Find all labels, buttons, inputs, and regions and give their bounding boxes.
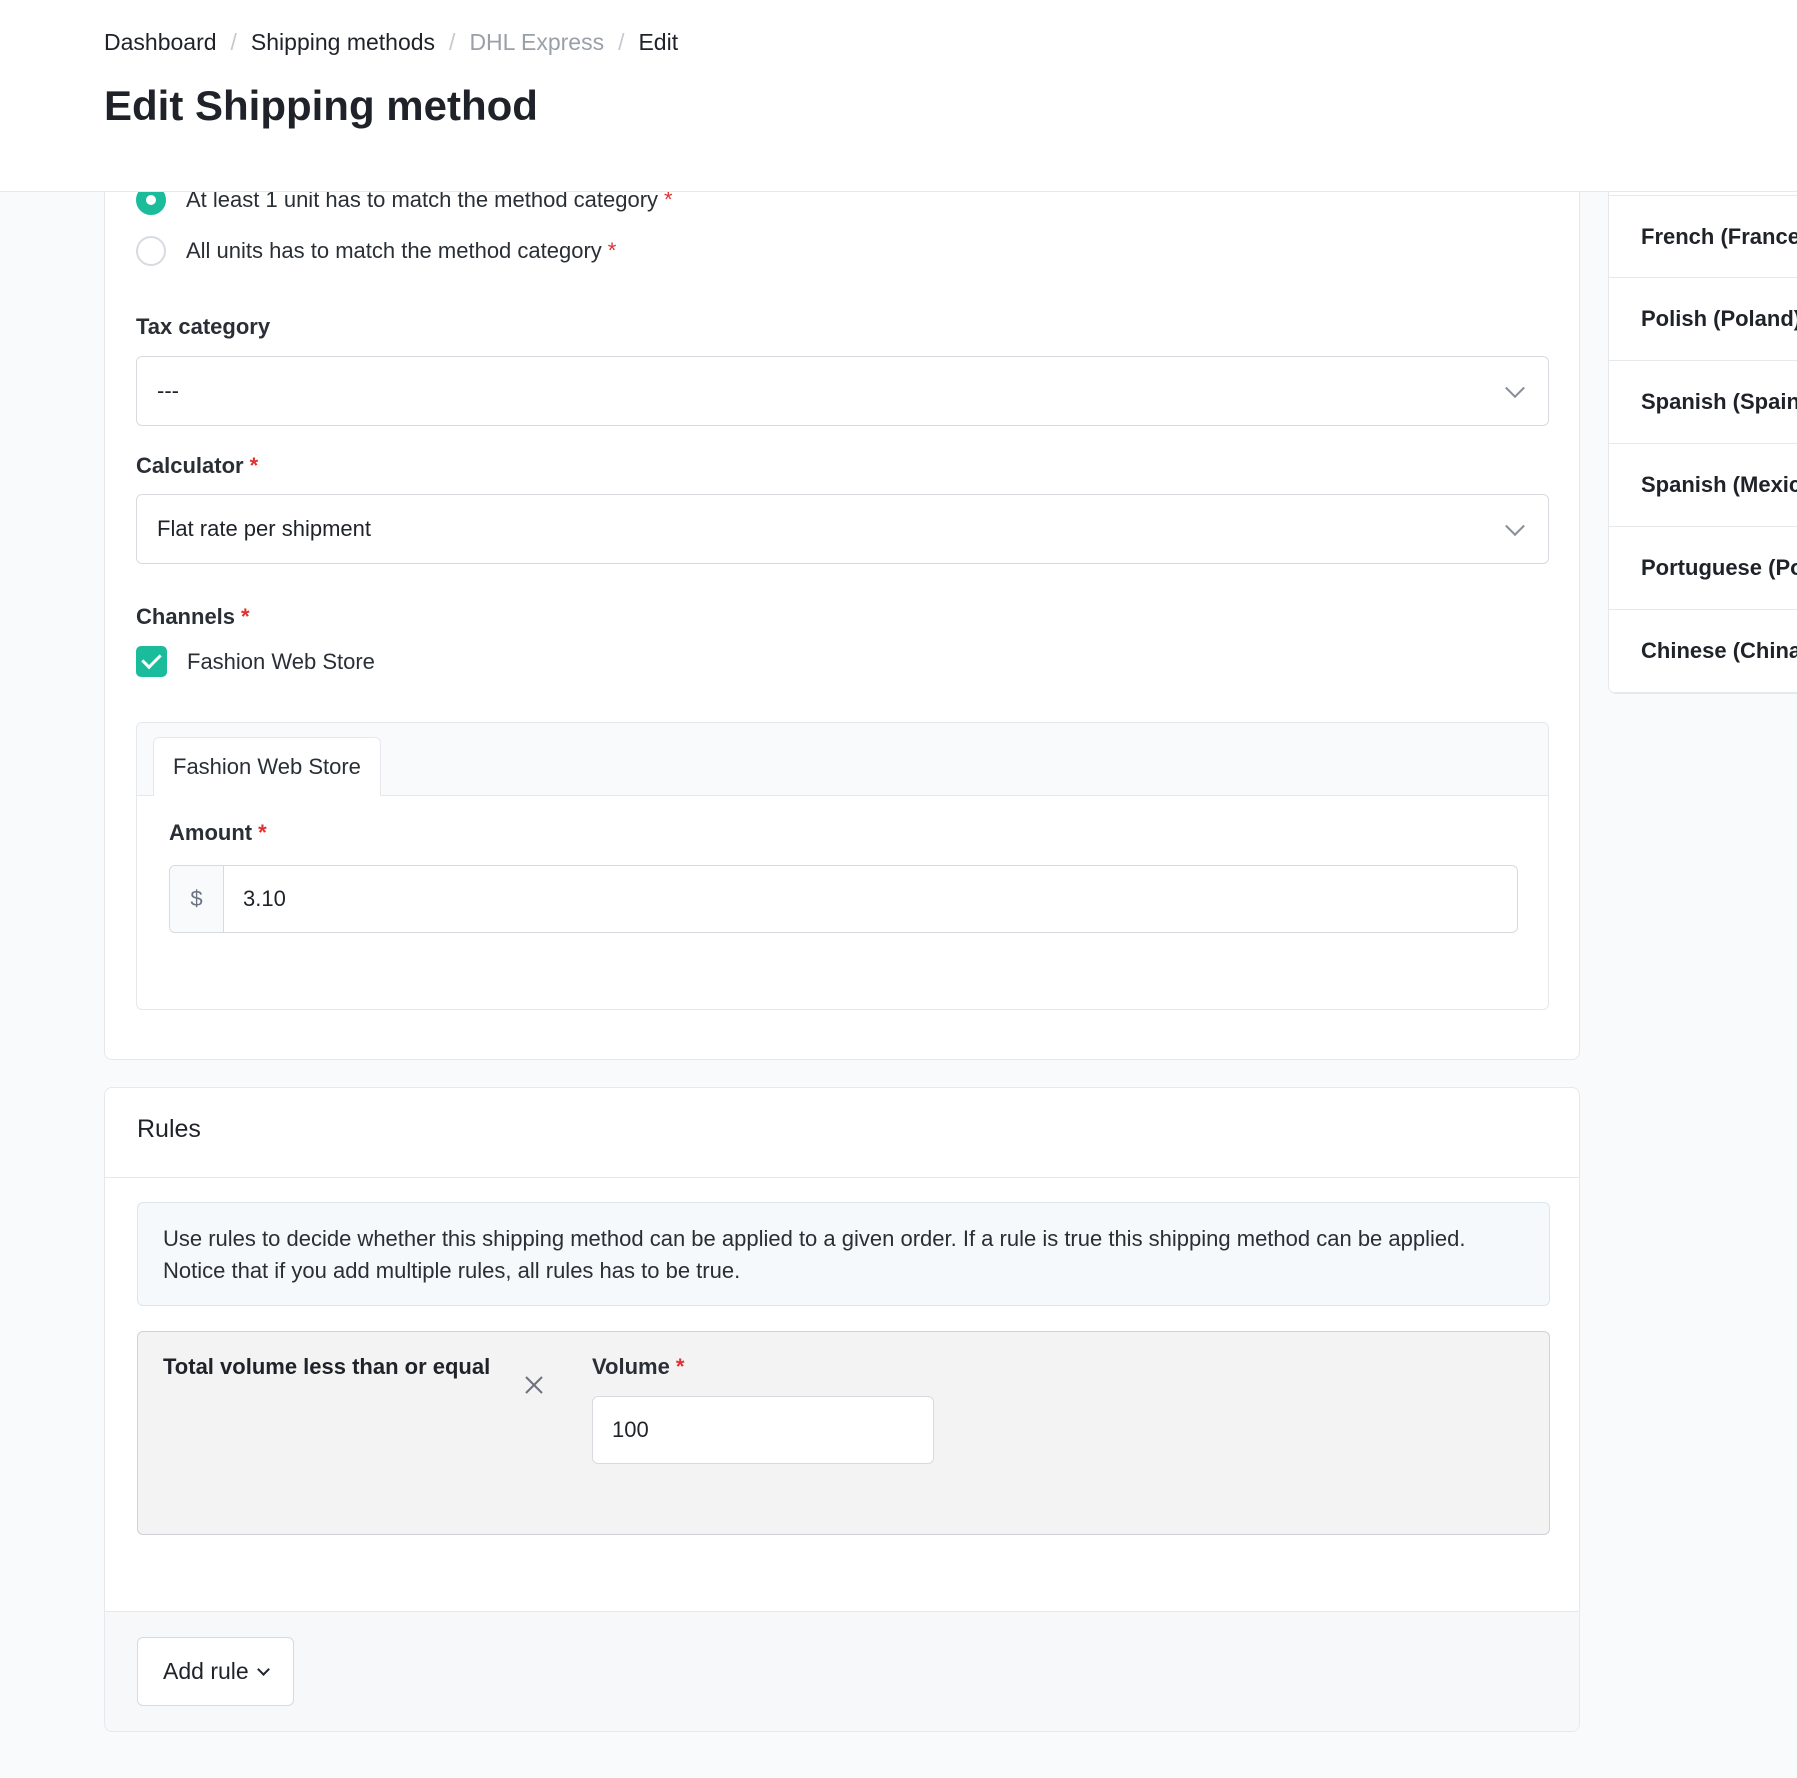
breadcrumb-separator: / (230, 29, 237, 55)
amount-label: Amount * (169, 820, 267, 846)
calculator-value: Flat rate per shipment (157, 516, 371, 541)
breadcrumb-dashboard[interactable]: Dashboard (104, 27, 217, 57)
volume-input[interactable]: 100 (592, 1396, 934, 1464)
tab-fashion-web-store[interactable]: Fashion Web Store (153, 737, 381, 796)
rule-item: Total volume less than or equal Volume * … (137, 1331, 1550, 1535)
breadcrumb-dhl-express[interactable]: DHL Express (469, 27, 604, 57)
chevron-down-icon (1505, 516, 1525, 537)
radio-unselected[interactable] (136, 236, 166, 266)
locale-item-polish[interactable]: Polish (Poland) (1609, 278, 1797, 361)
breadcrumb: Dashboard / Shipping methods / DHL Expre… (104, 27, 678, 57)
breadcrumb-separator: / (449, 29, 456, 55)
channel-configuration-panel: Fashion Web Store Amount * $ 3.10 (136, 722, 1549, 1010)
channel-tab-bar: Fashion Web Store (137, 723, 1548, 796)
calculator-select[interactable]: Flat rate per shipment (136, 494, 1549, 564)
breadcrumb-separator: / (618, 29, 625, 55)
channel-checkbox-label: Fashion Web Store (187, 648, 375, 674)
required-marker: * (249, 453, 259, 478)
tax-category-label: Tax category (136, 314, 271, 339)
rules-footer: Add rule (105, 1611, 1579, 1731)
locale-item-spanish-spain[interactable]: Spanish (Spain) (1609, 361, 1797, 444)
channels-label: Channels * (136, 604, 250, 630)
required-marker: * (675, 1354, 685, 1379)
chevron-down-icon (256, 1663, 270, 1676)
required-marker: * (241, 604, 250, 629)
tax-category-select[interactable]: --- (136, 356, 1549, 426)
channels-label-text: Channels (136, 604, 236, 629)
rules-header: Rules (105, 1088, 1579, 1178)
category-requirement-option-all-units[interactable]: All units has to match the method catego… (136, 236, 616, 266)
rule-type-label: Total volume less than or equal (163, 1354, 491, 1379)
volume-label-text: Volume (592, 1354, 670, 1379)
breadcrumb-edit: Edit (638, 29, 679, 55)
page-title: Edit Shipping method (104, 82, 538, 129)
required-marker: * (258, 820, 267, 845)
add-rule-label: Add rule (163, 1658, 249, 1684)
amount-input[interactable]: 3.10 (224, 866, 1517, 932)
locale-item-french[interactable]: French (France) (1609, 195, 1797, 278)
locale-item-spanish-mexico[interactable]: Spanish (Mexico) (1609, 444, 1797, 527)
amount-label-text: Amount (169, 820, 253, 845)
close-icon[interactable] (522, 1373, 546, 1397)
locale-item-chinese[interactable]: Chinese (China) (1609, 610, 1797, 693)
required-marker: * (607, 238, 617, 263)
rules-card: Rules Use rules to decide whether this s… (104, 1087, 1580, 1732)
radio-label: All units has to match the method catego… (186, 238, 602, 263)
amount-input-group: $ 3.10 (169, 865, 1518, 933)
calculator-label: Calculator * (136, 453, 258, 479)
page-header: Dashboard / Shipping methods / DHL Expre… (0, 0, 1797, 192)
locale-item-portuguese[interactable]: Portuguese (Portugal) (1609, 527, 1797, 610)
tax-category-value: --- (157, 378, 179, 403)
translations-card: French (France) Polish (Poland) Spanish … (1608, 140, 1797, 694)
calculator-label-text: Calculator (136, 453, 244, 478)
chevron-down-icon (1505, 378, 1525, 399)
rules-info-message: Use rules to decide whether this shippin… (137, 1202, 1550, 1306)
volume-label: Volume * (592, 1354, 684, 1380)
breadcrumb-shipping-methods[interactable]: Shipping methods (251, 27, 435, 57)
add-rule-button[interactable]: Add rule (137, 1637, 294, 1706)
check-icon[interactable] (136, 646, 167, 677)
rules-title: Rules (137, 1115, 201, 1143)
currency-addon: $ (170, 866, 224, 932)
channel-checkbox-fashion-web-store[interactable]: Fashion Web Store (136, 646, 375, 677)
